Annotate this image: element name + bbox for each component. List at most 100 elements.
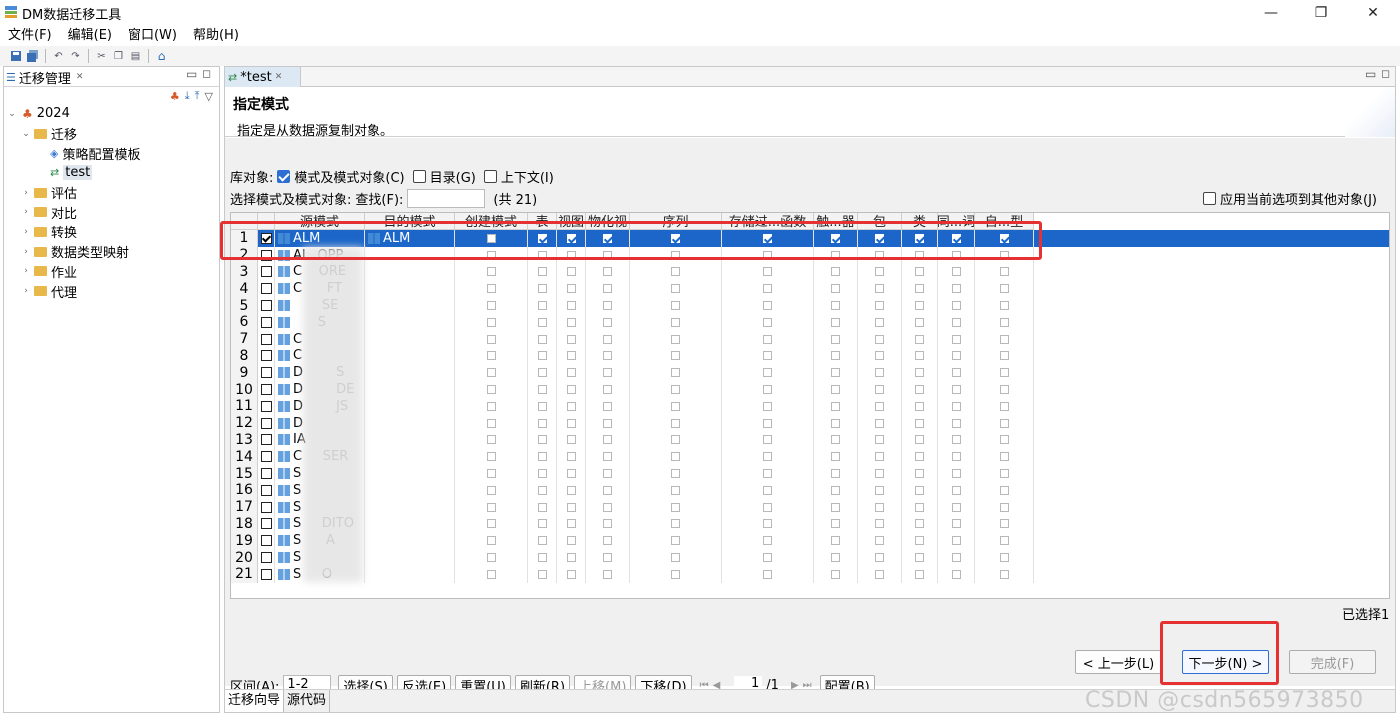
object-type-checkbox[interactable] (537, 284, 547, 294)
object-type-checkbox[interactable] (763, 368, 772, 378)
table-row[interactable]: 20 S (231, 549, 1389, 566)
object-type-checkbox[interactable] (763, 284, 772, 294)
object-type-checkbox[interactable] (999, 401, 1009, 411)
object-type-checkbox[interactable] (566, 334, 576, 344)
checkbox-apply-to-others[interactable] (1203, 192, 1216, 205)
menu-file[interactable]: 文件(F) (0, 26, 60, 46)
object-type-checkbox[interactable] (915, 351, 924, 361)
object-type-checkbox[interactable] (915, 536, 924, 546)
object-type-checkbox[interactable] (566, 284, 576, 294)
object-type-checkbox[interactable] (831, 301, 840, 311)
copy-icon[interactable]: ❐ (111, 49, 126, 64)
menu-edit[interactable]: 编辑(E) (60, 26, 120, 46)
table-row[interactable]: 19S A (231, 532, 1389, 550)
object-type-checkbox[interactable] (603, 435, 612, 445)
object-type-checkbox[interactable] (875, 267, 884, 277)
object-type-checkbox[interactable] (671, 536, 680, 546)
object-type-checkbox[interactable] (831, 368, 840, 378)
object-type-checkbox[interactable] (537, 452, 547, 462)
object-type-checkbox[interactable] (486, 317, 496, 327)
object-type-checkbox[interactable] (951, 553, 961, 563)
table-row[interactable]: 11D JS (231, 398, 1389, 415)
object-type-checkbox[interactable] (486, 519, 496, 529)
row-checkbox[interactable] (260, 283, 272, 295)
object-type-checkbox[interactable] (671, 569, 680, 579)
object-type-checkbox[interactable] (486, 401, 496, 411)
object-type-checkbox[interactable] (566, 452, 576, 462)
object-type-checkbox[interactable] (603, 301, 612, 311)
collapse-arrow-icon[interactable]: › (20, 247, 32, 257)
tree-item[interactable]: ⌄ ♣ 2024 (6, 104, 218, 124)
view-menu-icon[interactable]: ▽ (205, 90, 213, 103)
home-icon[interactable]: ⌂ (154, 49, 169, 64)
object-type-checkbox[interactable] (486, 267, 496, 277)
maximize-view-icon[interactable]: ◻ (1381, 67, 1390, 80)
object-type-checkbox[interactable] (603, 284, 612, 294)
row-checkbox[interactable] (260, 384, 272, 396)
object-type-checkbox[interactable] (566, 267, 576, 277)
close-icon[interactable]: ✕ (76, 72, 84, 82)
object-type-checkbox[interactable] (831, 569, 840, 579)
row-checkbox[interactable] (260, 484, 272, 496)
object-type-checkbox[interactable] (486, 452, 496, 462)
collapse-arrow-icon[interactable]: › (20, 286, 32, 296)
tree-item[interactable]: › 作业 (6, 262, 218, 282)
object-type-checkbox[interactable] (603, 317, 612, 327)
object-type-checkbox[interactable] (999, 368, 1009, 378)
tab-test[interactable]: ⇄ *test ✕ (225, 67, 301, 87)
object-type-checkbox[interactable] (915, 334, 924, 344)
object-type-checkbox[interactable] (763, 351, 772, 361)
object-type-checkbox[interactable] (486, 351, 496, 361)
collapse-arrow-icon[interactable]: › (20, 188, 32, 198)
object-type-checkbox[interactable] (763, 519, 772, 529)
object-type-checkbox[interactable] (875, 553, 884, 563)
target-schema-cell[interactable] (365, 532, 455, 550)
object-type-checkbox[interactable] (603, 485, 612, 495)
object-type-checkbox[interactable] (603, 351, 612, 361)
object-type-checkbox[interactable] (603, 469, 612, 479)
redo-icon[interactable]: ↷ (68, 49, 83, 64)
target-schema-cell[interactable] (365, 448, 455, 466)
export-icon[interactable]: ⤒ (195, 89, 200, 103)
object-type-checkbox[interactable] (831, 536, 840, 546)
object-type-checkbox[interactable] (486, 334, 496, 344)
tree-item[interactable]: › 代理 (6, 281, 218, 301)
object-type-checkbox[interactable] (999, 553, 1009, 563)
object-type-checkbox[interactable] (763, 469, 772, 479)
row-checkbox[interactable] (260, 400, 272, 412)
object-type-checkbox[interactable] (537, 502, 547, 512)
object-type-checkbox[interactable] (915, 317, 924, 327)
object-type-checkbox[interactable] (999, 284, 1009, 294)
row-checkbox[interactable] (260, 333, 272, 345)
object-type-checkbox[interactable] (951, 368, 961, 378)
save-icon[interactable] (8, 49, 23, 64)
object-type-checkbox[interactable] (763, 452, 772, 462)
object-type-checkbox[interactable] (951, 317, 961, 327)
object-type-checkbox[interactable] (999, 569, 1009, 579)
minimize-view-icon[interactable]: ▭ (186, 67, 197, 81)
object-type-checkbox[interactable] (915, 385, 924, 395)
object-type-checkbox[interactable] (537, 469, 547, 479)
object-type-checkbox[interactable] (763, 485, 772, 495)
object-type-checkbox[interactable] (875, 317, 884, 327)
object-type-checkbox[interactable] (671, 418, 680, 428)
object-type-checkbox[interactable] (763, 401, 772, 411)
object-type-checkbox[interactable] (566, 351, 576, 361)
object-type-checkbox[interactable] (763, 435, 772, 445)
table-row[interactable]: 7C (231, 330, 1389, 348)
table-row[interactable]: 8C (231, 347, 1389, 365)
object-type-checkbox[interactable] (566, 301, 576, 311)
target-schema-cell[interactable] (365, 280, 455, 298)
object-type-checkbox[interactable] (566, 569, 576, 579)
table-row[interactable]: 14C SER (231, 448, 1389, 466)
table-row[interactable]: 15 S (231, 465, 1389, 482)
target-schema-cell[interactable] (365, 465, 455, 482)
table-row[interactable]: 18S DITO (231, 515, 1389, 533)
tree-item[interactable]: › 转换 (6, 222, 218, 242)
object-type-checkbox[interactable] (875, 569, 884, 579)
object-type-checkbox[interactable] (999, 452, 1009, 462)
object-type-checkbox[interactable] (915, 267, 924, 277)
checkbox-context[interactable] (483, 170, 497, 183)
object-type-checkbox[interactable] (951, 569, 961, 579)
object-type-checkbox[interactable] (763, 418, 772, 428)
